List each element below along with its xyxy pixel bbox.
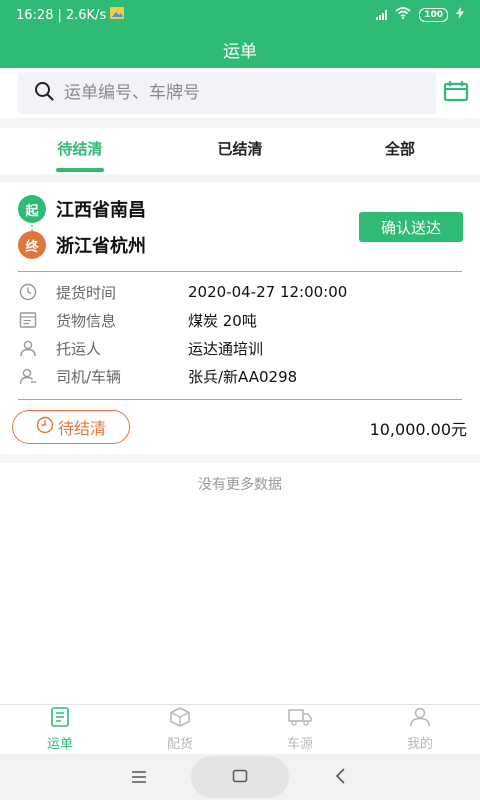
destination-badge: 终 <box>18 231 46 259</box>
no-more-data-text: 没有更多数据 <box>198 477 282 493</box>
origin-row: 起 江西省南昌 <box>18 195 146 223</box>
order-amount: 10,000.00元 <box>369 420 467 439</box>
system-nav-bar <box>0 754 480 800</box>
waybill-card[interactable]: 起 江西省南昌 终 浙江省杭州 确认送达 提货时间 2020-04-27 12:… <box>0 182 480 454</box>
document-icon <box>18 310 38 330</box>
nav-item-profile[interactable]: 我的 <box>360 705 480 754</box>
search-input[interactable] <box>64 83 404 103</box>
profile-icon <box>409 707 431 731</box>
signal-icon <box>376 10 388 20</box>
home-button[interactable] <box>191 756 289 798</box>
status-bar: 16:28 | 2.6K/s 100 <box>0 0 480 30</box>
status-text: 待结清 <box>57 419 106 438</box>
nav-label: 车源 <box>286 737 313 752</box>
confirm-delivery-button[interactable]: 确认送达 <box>359 212 463 242</box>
origin-badge: 起 <box>18 195 46 223</box>
waybill-icon <box>49 707 71 731</box>
box-icon <box>169 707 191 731</box>
nav-label: 运单 <box>46 737 73 752</box>
info-label: 提货时间 <box>56 283 117 302</box>
info-value: 张兵/新AA0298 <box>188 367 298 386</box>
tab-settled[interactable]: 已结清 <box>160 128 320 174</box>
status-badge: 待结清 <box>12 410 130 444</box>
nav-item-waybill[interactable]: 运单 <box>0 705 120 754</box>
battery-indicator: 100 <box>419 8 448 22</box>
bottom-nav: 运单 配货 车源 我的 <box>0 704 480 754</box>
info-row-driver: 司机/车辆 张兵/新AA0298 <box>18 364 297 388</box>
info-value: 煤炭 20吨 <box>188 311 257 330</box>
wifi-icon <box>395 7 411 23</box>
nav-item-cargo-matching[interactable]: 配货 <box>120 705 240 754</box>
divider <box>18 399 462 400</box>
truck-icon <box>288 707 312 731</box>
info-label: 托运人 <box>56 339 102 358</box>
network-speed: 2.6K/s <box>65 7 107 23</box>
info-label: 货物信息 <box>56 311 117 330</box>
menu-icon[interactable] <box>131 769 147 788</box>
calendar-icon <box>443 80 469 106</box>
back-icon[interactable] <box>334 767 346 789</box>
status-tabs: 待结清 已结清 全部 <box>0 128 480 174</box>
driver-icon <box>18 366 38 386</box>
nav-label: 我的 <box>406 737 433 752</box>
info-value: 2020-04-27 12:00:00 <box>188 283 348 301</box>
info-row-cargo: 货物信息 煤炭 20吨 <box>18 308 257 332</box>
search-area <box>0 68 480 118</box>
list-footer: 没有更多数据 <box>0 463 480 704</box>
origin-city: 江西省南昌 <box>56 200 146 221</box>
clock-icon <box>18 282 38 302</box>
page-title: 运单 <box>223 41 257 62</box>
title-bar: 运单 <box>0 30 480 68</box>
search-box[interactable] <box>18 72 436 114</box>
home-square-icon <box>232 768 248 787</box>
destination-row: 终 浙江省杭州 <box>18 231 146 259</box>
calendar-button[interactable] <box>440 78 472 108</box>
nav-item-vehicle-source[interactable]: 车源 <box>240 705 360 754</box>
info-value: 运达通培训 <box>188 339 264 358</box>
divider <box>18 271 462 272</box>
nav-label: 配货 <box>166 737 193 752</box>
clock-icon <box>36 416 54 438</box>
person-icon <box>18 338 38 358</box>
info-row-shipper: 托运人 运达通培训 <box>18 336 263 360</box>
status-time: 16:28 <box>16 7 54 23</box>
search-icon <box>34 81 54 105</box>
charging-icon <box>456 7 464 23</box>
info-row-pickup-time: 提货时间 2020-04-27 12:00:00 <box>18 280 347 304</box>
info-label: 司机/车辆 <box>56 367 122 386</box>
tab-pending-settlement[interactable]: 待结清 <box>0 128 160 174</box>
tab-all[interactable]: 全部 <box>320 128 480 174</box>
destination-city: 浙江省杭州 <box>56 236 146 257</box>
image-notification-icon <box>110 7 125 23</box>
